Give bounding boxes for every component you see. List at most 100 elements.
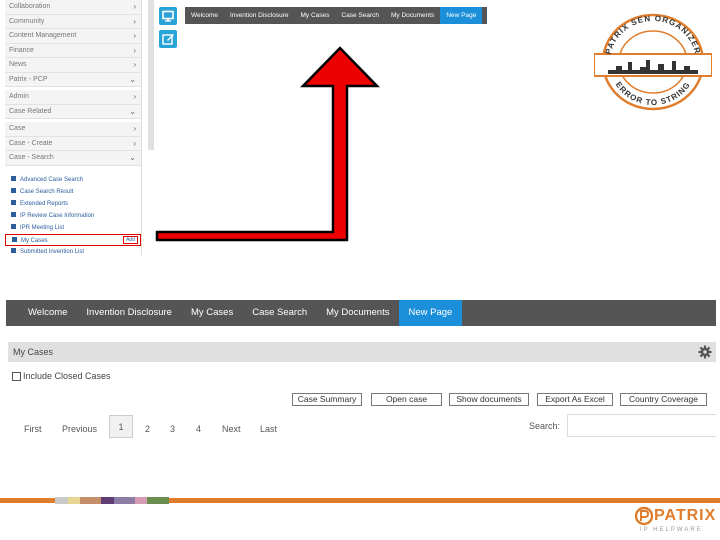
patrix-logo-mark-icon [634,506,654,526]
swatch-6 [147,497,169,504]
sidebar-item-case-create[interactable]: Case - Create › [5,136,141,151]
country-coverage-button[interactable]: Country Coverage [620,393,707,406]
sidebar-subitem-label: IPR Meeting List [20,224,65,231]
chevron-right-icon: › [133,138,136,148]
my-cases-panel-header: My Cases [8,342,716,362]
mini-nav-bar: Welcome Invention Disclosure My Cases Ca… [185,7,487,24]
swatch-0 [55,497,68,504]
square-bullet-icon [11,212,16,218]
sidebar-item-admin[interactable]: Admin › [5,90,141,105]
sidebar-subitem-my-cases[interactable]: My Cases Add [5,233,141,246]
swatch-1 [68,497,80,504]
chevron-right-icon: › [133,124,136,133]
sidebar-subitem-label: Case Search Result [20,188,74,195]
tab-my-documents[interactable]: My Documents [317,300,399,326]
chevron-down-icon: ⌄ [129,106,136,116]
sidebar-subitem-ip-review-case-information[interactable]: IP Review Case Information [5,210,141,222]
sidebar-subitem-label: IP Review Case Information [20,212,95,219]
mini-tab-case-search[interactable]: Case Search [335,7,385,24]
sidebar-item-patrix-pcp[interactable]: Patrix - PCP ⌄ [5,72,141,87]
sidebar-item-label: Finance [9,46,34,54]
sidebar-item-community[interactable]: Community › [5,14,141,29]
swatch-5 [135,497,147,504]
add-page-button[interactable]: Add [123,235,138,244]
patrix-logo: PATRIX IP HELPWARE [634,506,716,536]
case-summary-button[interactable]: Case Summary [292,393,362,406]
sidebar-menu: Collaboration › Community › Content Manage… [5,0,142,255]
sidebar-item-label: Case Related [9,107,52,115]
tab-new-page[interactable]: New Page [398,300,462,326]
chevron-right-icon: › [133,2,136,11]
sidebar-item-label: Case [9,125,26,132]
sidebar-subitem-ipr-meeting-list[interactable]: IPR Meeting List [5,222,141,234]
chevron-right-icon: › [133,16,136,26]
square-bullet-icon [11,176,16,182]
tab-my-cases[interactable]: My Cases [181,300,242,326]
pager-first[interactable]: First [24,420,42,438]
sidebar-item-case[interactable]: Case › [5,122,141,137]
tab-invention-disclosure[interactable]: Invention Disclosure [77,300,182,326]
sidebar-item-label: Collaboration [9,3,51,10]
square-bullet-icon [11,248,16,254]
chevron-down-icon: ⌄ [129,153,136,162]
sidebar-item-label: Content Management [9,32,77,39]
mini-tab-my-cases[interactable]: My Cases [295,7,336,24]
pager-last[interactable]: Last [260,420,277,438]
chevron-right-icon: › [133,60,136,69]
sidebar-subitem-submitted-invention-list[interactable]: Submitted Invention List [5,246,141,256]
sidebar-item-case-related[interactable]: Case Related ⌄ [5,104,141,119]
sidebar-subitem-label: Advanced Case Search [20,176,84,183]
gear-icon[interactable] [698,345,712,359]
sidebar-subitem-extended-reports[interactable]: Extended Reports [5,198,141,210]
sidebar-subitem-label: Submitted Invention List [20,248,85,255]
pager-page-current[interactable]: 1 [109,415,133,438]
square-bullet-icon [11,224,16,230]
tab-welcome[interactable]: Welcome [6,300,77,326]
mini-tab-new-page[interactable]: New Page [440,7,483,24]
export-excel-button[interactable]: Export As Excel [537,393,613,406]
search-input[interactable] [567,414,716,437]
pager-page-3[interactable]: 3 [170,420,175,438]
sidebar-item-content-management[interactable]: Content Management › [5,29,141,44]
tab-case-search[interactable]: Case Search [243,300,317,326]
pager-page-4[interactable]: 4 [196,420,201,438]
logo-subtitle: IP HELPWARE [640,527,703,533]
swatch-4 [114,497,135,504]
sidebar-scrollbar[interactable] [148,0,154,150]
footer-color-swatches [55,497,169,504]
include-closed-checkbox[interactable] [12,371,21,381]
square-bullet-icon [11,200,16,206]
logo-text: PATRIX [654,507,717,524]
stamp-top-text: PATRIX SEN ORGANIZER [604,14,701,55]
organizer-stamp: PATRIX SEN ORGANIZER ERROR TO STRING [594,13,712,111]
sidebar-item-collaboration[interactable]: Collaboration › [5,0,141,15]
pager-next[interactable]: Next [222,420,241,438]
svg-text:PATRIX SEN ORGANIZER: PATRIX SEN ORGANIZER [604,14,702,55]
sidebar-item-case-search[interactable]: Case - Search ⌄ [5,151,141,166]
sidebar-subitem-advanced-case-search[interactable]: Advanced Case Search [5,174,141,186]
sidebar-item-label: Patrix - PCP [9,75,48,83]
square-bullet-icon [11,188,16,194]
chevron-right-icon: › [133,45,136,55]
search-label: Search: [529,421,561,431]
pager-previous[interactable]: Previous [62,420,97,438]
sidebar-subitem-case-search-result[interactable]: Case Search Result [5,186,141,198]
panel-title: My Cases [13,347,54,357]
sidebar-item-finance[interactable]: Finance › [5,43,141,58]
square-bullet-icon [12,237,17,243]
sidebar-item-label: Case - Create [9,139,53,147]
open-case-button[interactable]: Open case [371,393,442,406]
show-documents-button[interactable]: Show documents [449,393,529,406]
main-nav-bar: Welcome Invention Disclosure My Cases Ca… [6,300,716,326]
monitor-button[interactable] [159,7,177,25]
pager-page-2[interactable]: 2 [145,420,150,438]
mini-tab-invention-disclosure[interactable]: Invention Disclosure [224,7,295,24]
mini-tab-welcome[interactable]: Welcome [185,7,224,24]
sidebar-item-label: Case - Search [9,154,54,161]
swatch-2 [80,497,101,504]
mini-tab-my-documents[interactable]: My Documents [385,7,440,24]
include-closed-row: Include Closed Cases [12,370,111,382]
sidebar-item-news[interactable]: News › [5,58,141,73]
edit-button[interactable] [159,30,177,48]
